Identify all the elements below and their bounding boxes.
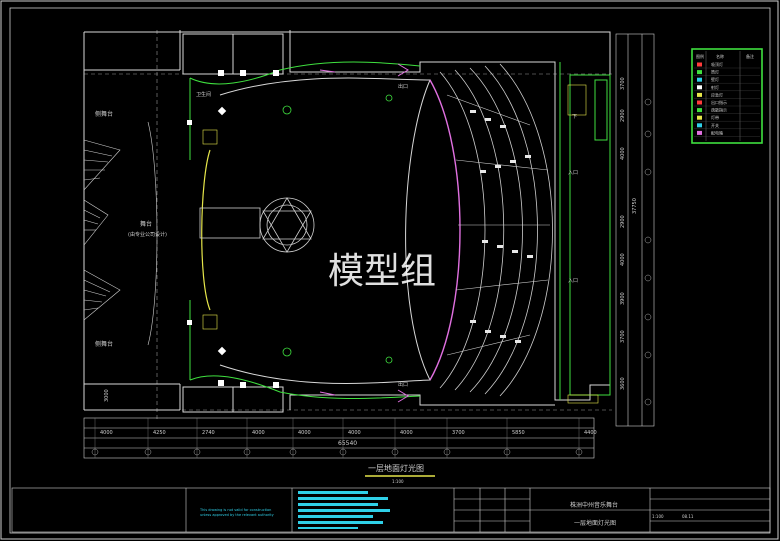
label-entrance-bottom: 入口 [568,278,578,284]
dim-bottom-label: 3700 [452,430,465,436]
title-block-note-2: unless approved by the relevant authorit… [200,513,274,517]
legend-header-icon: 图例 [696,53,704,59]
legend-symbol-icon [697,77,702,82]
dimension-strip-right [615,33,655,427]
label-exit-bottom: 出口 [398,381,408,388]
legend-row-label: 筒灯 [711,69,719,75]
dim-left: 3000 [104,389,110,402]
title-block-project: 株洲中州音乐舞台 [570,501,618,509]
dim-bottom-label: 5850 [512,430,525,436]
stage-apron-curve [429,79,461,381]
legend-symbol-icon [697,70,702,75]
seat-blocks [470,110,533,343]
label-toilet: 卫生间 [196,91,211,98]
label-exit-top: 出口 [398,83,408,90]
label-down: 下 [572,114,577,120]
legend-row-label: 疏散指示 [711,107,727,113]
title-block-drawing-name: 一层地面灯光图 [574,519,616,527]
legend-header-note: 备注 [746,53,754,59]
legend-symbol-icon [697,100,702,105]
building-walls [83,30,611,413]
legend-row-label: 应急灯 [711,91,723,97]
legend-row-label: 配电箱 [711,129,723,135]
legend-row-label: 壁灯 [711,76,719,82]
label-wing-top: 侧舞台 [95,110,113,118]
dim-total: 65540 [338,440,357,447]
label-wing-bottom: 侧舞台 [95,340,113,348]
axis-bubble [644,351,652,359]
stage-turntable [199,197,315,253]
dimension-strip-bottom [83,417,595,459]
label-entrance-top: 入口 [568,170,578,176]
seating-aisles [446,94,550,356]
axis-bubble [644,236,652,244]
axis-bubble [644,313,652,321]
legend-row-label: 出口指示 [711,99,727,105]
title-block-cyan-bars [298,491,390,529]
light-fixtures [187,70,279,388]
legend-row-label: 射灯 [711,84,719,90]
seating-rows [439,63,553,397]
stage-front-arc [201,149,211,311]
legend-symbol-icon [697,62,702,67]
axis-bubble [644,130,652,138]
green-fixtures [282,94,393,364]
doors [319,63,409,403]
dim-right-mid: 37750 [632,198,638,214]
legend-symbol-icon [697,123,702,128]
axis-bubble [644,98,652,106]
axis-bubble [644,168,652,176]
dim-right-label: 2900 [620,109,626,122]
dim-right-label: 3600 [620,377,626,390]
label-stage: 舞台 [140,220,152,228]
title-block [11,487,771,533]
stage-outline [219,77,431,384]
dim-bottom-label: 4250 [153,430,166,436]
legend-symbol-icon [697,108,702,113]
legend-rows: 吸顶灯筒灯壁灯射灯应急灯出口指示疏散指示灯带开关配电箱 [694,61,760,137]
title-block-date: 08.11 [682,514,694,519]
legend-symbol-icon [697,115,702,120]
drawing-scale: 1:100 [392,479,404,484]
dim-bottom-label: 4000 [100,430,113,436]
dim-bottom-label: 4000 [348,430,361,436]
dim-bottom-label: 4000 [252,430,265,436]
legend-symbol-icon [697,92,702,97]
dim-bottom-label: 4400 [584,430,597,436]
legend-row-label: 吸顶灯 [711,61,723,67]
dim-right-label: 4000 [620,253,626,266]
auditorium-enclosure [189,61,611,400]
title-block-note-1: This drawing is not valid for constructi… [199,508,271,512]
stairs [202,84,599,404]
dim-bottom-label: 4000 [400,430,413,436]
dim-bottom-label: 2740 [202,430,215,436]
dims-right: 3700 2900 4000 2900 4000 3900 3700 3600 [620,77,652,406]
cad-drawing-canvas: 侧舞台 侧舞台 舞台 (由专业公司设计) 卫生间 出口 出口 入口 入口 下 3… [0,0,779,540]
axis-bubble [644,398,652,406]
legend-row-label: 灯带 [711,114,719,120]
axis-bubble [644,274,652,282]
legend-header-name: 名称 [716,53,724,59]
dim-right-label: 3700 [620,330,626,343]
dim-right-label: 2900 [620,215,626,228]
dim-right-label: 3700 [620,77,626,90]
title-block-scale: 1:100 [652,514,664,519]
dim-right-label: 3900 [620,292,626,305]
dim-right-label: 4000 [620,147,626,160]
legend-row-label: 开关 [711,122,719,128]
drawing-title: 一层地面灯光图 [368,463,424,473]
dim-bottom-label: 4000 [298,430,311,436]
legend-symbol-icon [697,85,702,90]
legend-symbol-icon [697,130,702,135]
watermark: 模型组 [328,251,436,292]
label-stage-note: (由专业公司设计) [128,231,167,238]
